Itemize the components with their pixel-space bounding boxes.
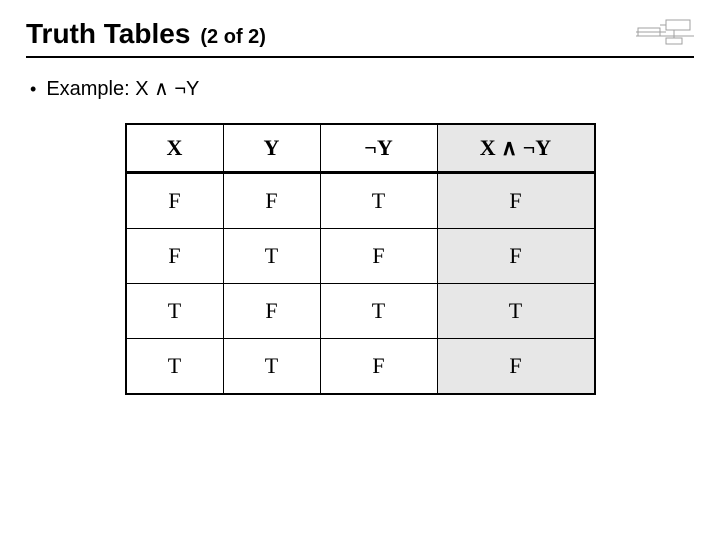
table-row: F F T F bbox=[126, 173, 595, 229]
table-row: T F T T bbox=[126, 284, 595, 339]
cell-x: T bbox=[126, 339, 224, 395]
cell-not-y: T bbox=[320, 284, 437, 339]
cell-y: F bbox=[223, 284, 320, 339]
title-block: Truth Tables (2 of 2) bbox=[26, 18, 266, 50]
page-title: Truth Tables bbox=[26, 18, 190, 50]
cell-result: F bbox=[437, 229, 595, 284]
page-title-suffix: (2 of 2) bbox=[200, 26, 266, 49]
bullet-item: • Example: X ∧ ¬Y bbox=[30, 76, 694, 101]
table-row: T T F F bbox=[126, 339, 595, 395]
cell-y: T bbox=[223, 339, 320, 395]
title-underline bbox=[26, 56, 694, 58]
col-header-y: Y bbox=[223, 124, 320, 173]
cell-y: T bbox=[223, 229, 320, 284]
col-header-result: X ∧ ¬Y bbox=[437, 124, 595, 173]
cell-not-y: F bbox=[320, 339, 437, 395]
col-header-not-y: ¬Y bbox=[320, 124, 437, 173]
col-header-x: X bbox=[126, 124, 224, 173]
truth-table: X Y ¬Y X ∧ ¬Y F F T F F T F F bbox=[125, 123, 596, 395]
cell-not-y: F bbox=[320, 229, 437, 284]
cell-x: F bbox=[126, 229, 224, 284]
cell-x: F bbox=[126, 173, 224, 229]
computer-diagram-icon bbox=[636, 18, 694, 48]
table-header-row: X Y ¬Y X ∧ ¬Y bbox=[126, 124, 595, 173]
slide-header: Truth Tables (2 of 2) bbox=[26, 18, 694, 50]
cell-result: T bbox=[437, 284, 595, 339]
cell-result: F bbox=[437, 173, 595, 229]
bullet-text: Example: X ∧ ¬Y bbox=[46, 76, 199, 101]
bullet-dot-icon: • bbox=[30, 80, 36, 98]
cell-not-y: T bbox=[320, 173, 437, 229]
cell-y: F bbox=[223, 173, 320, 229]
slide: Truth Tables (2 of 2) • Example: X ∧ ¬Y … bbox=[0, 0, 720, 395]
cell-x: T bbox=[126, 284, 224, 339]
table-row: F T F F bbox=[126, 229, 595, 284]
cell-result: F bbox=[437, 339, 595, 395]
truth-table-container: X Y ¬Y X ∧ ¬Y F F T F F T F F bbox=[26, 123, 694, 395]
